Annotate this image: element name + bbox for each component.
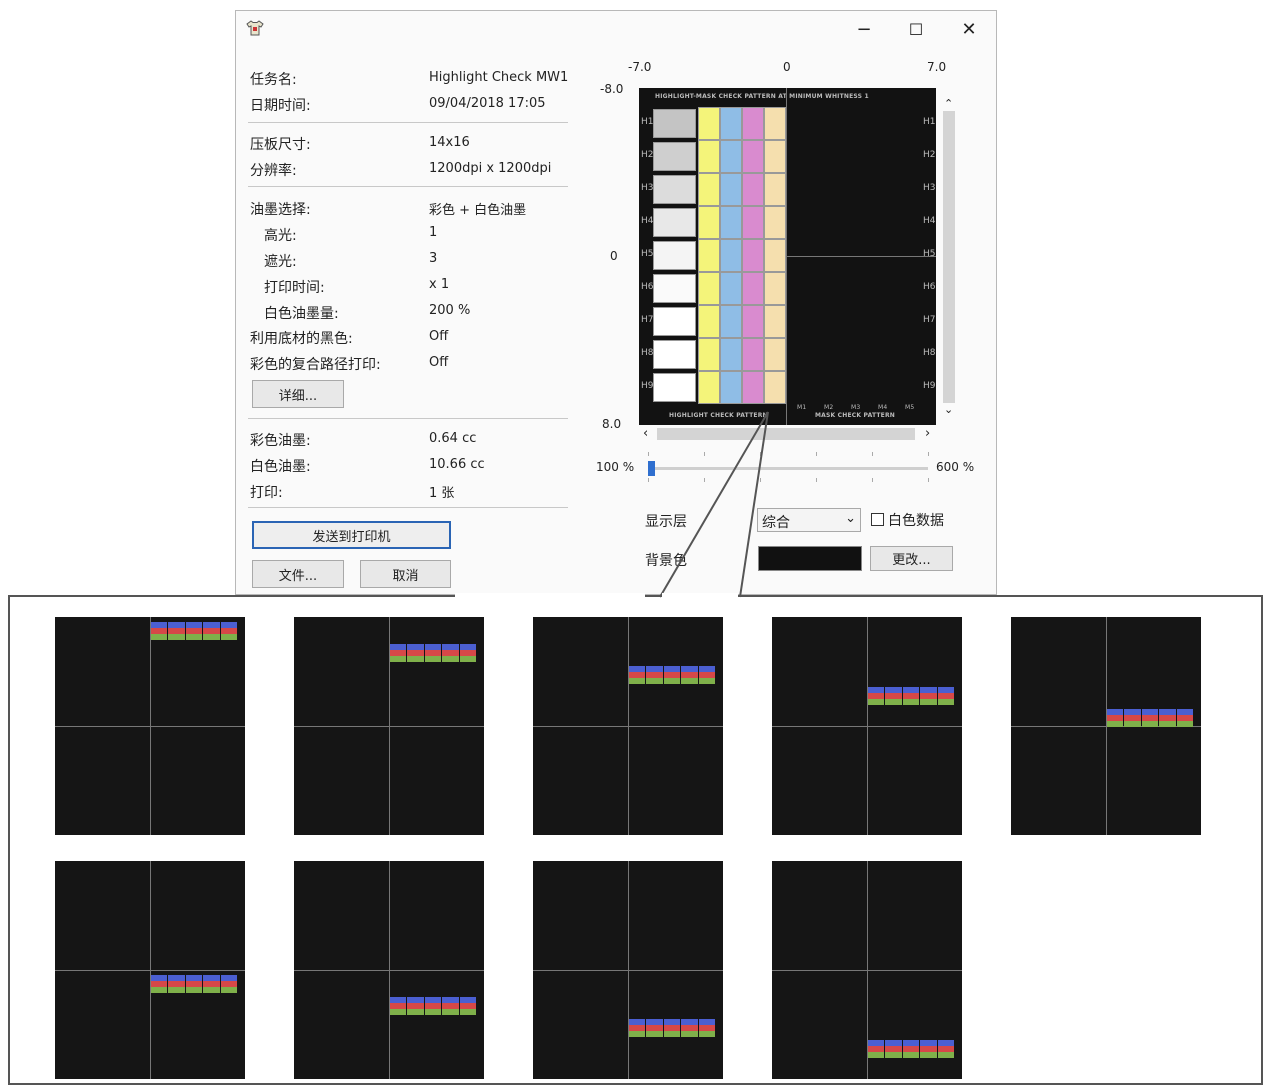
center-horizontal-line [294,970,484,971]
zoomed-thumbnail [1011,617,1201,835]
zoomed-thumbnail [533,861,723,1079]
zoomed-thumbnail [533,617,723,835]
zoomed-thumbnail [772,861,962,1079]
mask-stripe-block [390,644,477,664]
zoomed-thumbnails-panel [8,595,1263,1085]
center-horizontal-line [772,726,962,727]
center-horizontal-line [55,970,245,971]
mask-stripe-block [390,997,477,1017]
center-horizontal-line [772,970,962,971]
center-horizontal-line [55,726,245,727]
mask-stripe-block [868,687,955,707]
mask-stripe-block [1107,709,1194,729]
zoomed-thumbnail [772,617,962,835]
center-horizontal-line [533,726,723,727]
mask-stripe-block [629,1019,716,1039]
mask-stripe-block [629,666,716,686]
panel-gap-cover [662,593,738,599]
mask-stripe-block [151,975,238,995]
zoomed-thumbnail [294,617,484,835]
thumbnail-grid [10,597,1261,1085]
mask-stripe-block [151,622,238,642]
zoomed-thumbnail [55,861,245,1079]
zoomed-thumbnail [55,617,245,835]
center-horizontal-line [294,726,484,727]
panel-gap-cover [455,593,645,599]
mask-stripe-block [868,1040,955,1060]
zoomed-thumbnail [294,861,484,1079]
center-horizontal-line [533,970,723,971]
